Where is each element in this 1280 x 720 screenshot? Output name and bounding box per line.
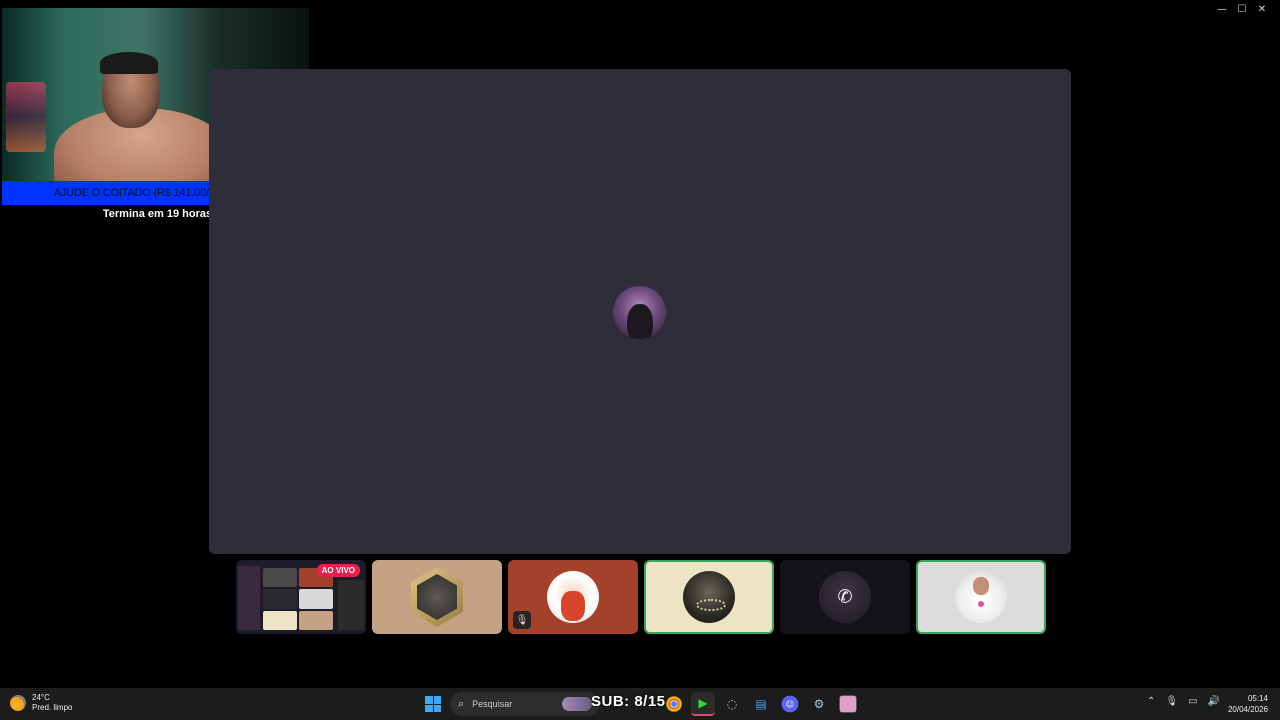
window-controls: — ☐ ✕ <box>1212 2 1272 16</box>
speaker-avatar[interactable] <box>613 286 666 339</box>
clock[interactable]: 05:14 20/04/2026 <box>1228 693 1268 715</box>
obs-icon[interactable]: ◌ <box>720 692 744 716</box>
phone-icon: ✆ <box>837 586 853 608</box>
participant-tile[interactable]: ✆ <box>780 560 910 634</box>
close-button[interactable]: ✕ <box>1252 2 1272 16</box>
taskbar-search[interactable]: ⌕ Pesquisar <box>450 692 600 716</box>
participant-tile-speaking[interactable] <box>916 560 1046 634</box>
shared-screen-grid <box>263 568 333 630</box>
search-highlight-image <box>562 697 592 711</box>
participant-tile-screen-share[interactable]: AO VIVO <box>236 560 366 634</box>
participant-avatar <box>547 571 599 623</box>
participant-tile-speaking[interactable] <box>644 560 774 634</box>
participant-avatar <box>955 571 1007 623</box>
search-placeholder: Pesquisar <box>472 699 513 709</box>
discord-icon[interactable]: ☺ <box>781 695 799 713</box>
participant-tile[interactable]: 🎙 <box>508 560 638 634</box>
live-badge: AO VIVO <box>316 564 360 577</box>
hexagon-avatar <box>411 567 463 627</box>
desktop-screen: — ☐ ✕ AJUDE O COITADO (R$ 141,00/R$ 200,… <box>0 0 1280 720</box>
mic-off-icon: 🎙 <box>513 611 531 629</box>
weather-desc: Pred. limpo <box>32 703 73 712</box>
participant-tiles: AO VIVO 🎙 ✆ <box>236 560 1046 634</box>
call-stage <box>209 69 1071 554</box>
app-icon[interactable] <box>839 695 857 713</box>
chrome-icon[interactable] <box>666 696 682 712</box>
participant-avatar <box>683 571 735 623</box>
steam-icon[interactable]: ⚙ <box>807 692 831 716</box>
display-icon[interactable]: ▭ <box>1188 696 1197 707</box>
volume-icon[interactable]: 🔊 <box>1208 696 1220 707</box>
weather-icon <box>10 695 26 711</box>
streaming-app-icon[interactable]: ▶ <box>691 692 715 716</box>
participant-tile[interactable] <box>372 560 502 634</box>
system-tray: ⌃ 🎙 ▭ 🔊 <box>1147 696 1220 707</box>
shared-screen-sidebar <box>238 566 260 630</box>
shared-screen-chat <box>338 580 364 630</box>
taskbar-apps: ▶ ◌ ▤ ☺ ⚙ <box>662 692 860 716</box>
microphone-icon[interactable]: 🎙 <box>1165 696 1178 707</box>
notepad-icon[interactable]: ▤ <box>749 692 773 716</box>
clock-date: 20/04/2026 <box>1227 705 1268 714</box>
start-button[interactable] <box>425 696 441 712</box>
clock-time: 05:14 <box>1247 694 1268 703</box>
weather-temp: 24°C <box>32 693 50 702</box>
taskbar: 24°C Pred. limpo ⌕ Pesquisar SUB: 8/15 ▶… <box>0 688 1280 720</box>
streamer-cap <box>100 52 158 74</box>
weather-widget[interactable]: 24°C Pred. limpo <box>10 693 72 713</box>
minimize-button[interactable]: — <box>1212 2 1232 16</box>
search-icon: ⌕ <box>458 697 465 710</box>
sub-counter-overlay: SUB: 8/15 <box>591 693 666 710</box>
neon-sign <box>6 82 46 152</box>
chevron-up-icon[interactable]: ⌃ <box>1147 696 1155 707</box>
maximize-button[interactable]: ☐ <box>1232 2 1252 16</box>
